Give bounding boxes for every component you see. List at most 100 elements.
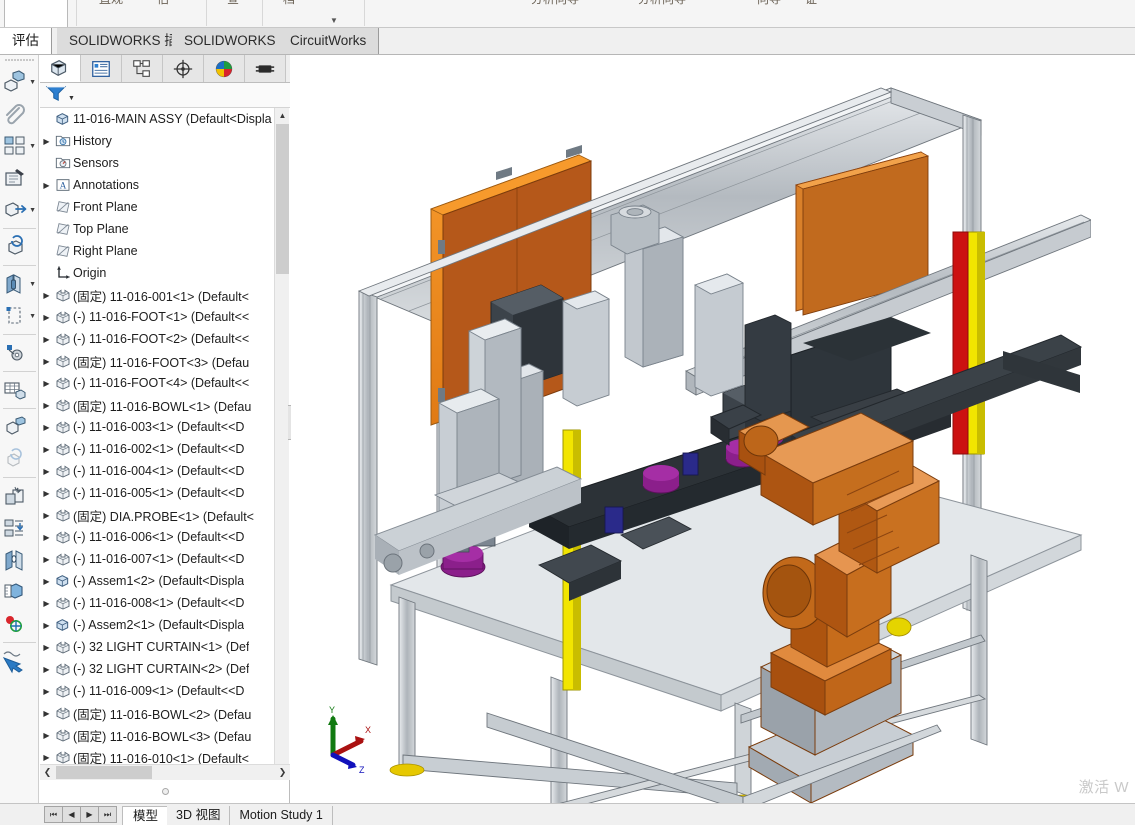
tree-item[interactable]: ▶(-) 11-016-FOOT<2> (Default<<: [40, 328, 290, 350]
property-manager-tab[interactable]: [81, 55, 122, 82]
chevron-down-icon[interactable]: ▼: [68, 95, 75, 102]
insert-components-icon[interactable]: ▼: [0, 66, 39, 98]
dimxpert-manager-tab[interactable]: [163, 55, 204, 82]
ribbon-label-4[interactable]: 分析向导: [524, 0, 586, 6]
filter-funnel-icon[interactable]: [45, 84, 67, 107]
vertical-scroll-thumb[interactable]: [276, 124, 289, 274]
panel-resize-handle[interactable]: [40, 783, 290, 799]
tree-item[interactable]: ▶(-) 11-016-006<1> (Default<<D: [40, 526, 290, 548]
circuitworks-manager-tab[interactable]: [245, 55, 286, 82]
expand-arrow-icon[interactable]: ▶: [40, 137, 53, 146]
tree-item[interactable]: ▶(-) 11-016-002<1> (Default<<D: [40, 438, 290, 460]
tree-horizontal-scrollbar[interactable]: ❮ ❯: [40, 764, 290, 780]
tree-item[interactable]: Right Plane: [40, 240, 290, 262]
tree-item[interactable]: ▶(固定) 11-016-FOOT<3> (Defau: [40, 350, 290, 372]
expand-arrow-icon[interactable]: ▶: [40, 423, 53, 432]
expand-arrow-icon[interactable]: ▶: [40, 313, 53, 322]
mass-properties-icon[interactable]: [0, 608, 39, 640]
tab-3d-views[interactable]: 3D 视图: [167, 806, 230, 825]
model-tab-nav-buttons[interactable]: ⏮◀▶⏭: [44, 806, 116, 823]
tree-item[interactable]: Origin: [40, 262, 290, 284]
smart-fasteners-icon[interactable]: [0, 162, 39, 194]
display-manager-tab[interactable]: [204, 55, 245, 82]
expand-arrow-icon[interactable]: ▶: [40, 665, 53, 674]
reference-geometry-icon[interactable]: ▼: [0, 300, 39, 332]
next-model-tab-button[interactable]: ▶: [80, 806, 99, 823]
expand-arrow-icon[interactable]: ▶: [40, 489, 53, 498]
ribbon-label-5[interactable]: 分析向导: [636, 0, 688, 5]
feature-manager-design-tree-tab[interactable]: [40, 55, 81, 82]
tree-item[interactable]: ▶(-) Assem1<2> (Default<Displa: [40, 570, 290, 592]
chevron-down-icon[interactable]: ▼: [29, 313, 36, 320]
toolbar-grip[interactable]: [4, 56, 34, 64]
linear-component-pattern-icon[interactable]: ▼: [0, 130, 39, 162]
ribbon-label-7[interactable]: 证: [796, 0, 826, 6]
tree-item[interactable]: ▶(-) 11-016-008<1> (Default<<D: [40, 592, 290, 614]
move-component-icon[interactable]: ▼: [0, 194, 39, 226]
tree-item[interactable]: ▶(-) 32 LIGHT CURTAIN<1> (Def: [40, 636, 290, 658]
bill-of-materials-icon[interactable]: [0, 374, 39, 406]
tree-item[interactable]: ▶(-) 11-016-009<1> (Default<<D: [40, 680, 290, 702]
expand-arrow-icon[interactable]: ▶: [40, 643, 53, 652]
expand-arrow-icon[interactable]: ▶: [40, 357, 53, 366]
mate-icon[interactable]: [0, 98, 39, 130]
expand-arrow-icon[interactable]: ▶: [40, 511, 53, 520]
cad-model[interactable]: [291, 55, 1135, 803]
expand-arrow-icon[interactable]: ▶: [40, 467, 53, 476]
expand-arrow-icon[interactable]: ▶: [40, 445, 53, 454]
tree-item[interactable]: ▶(-) 32 LIGHT CURTAIN<2> (Def: [40, 658, 290, 680]
new-motion-study-icon[interactable]: [0, 337, 39, 369]
show-hidden-components-icon[interactable]: [0, 231, 39, 263]
horizontal-scroll-thumb[interactable]: [56, 766, 152, 779]
tree-item[interactable]: ▶(-) 11-016-003<1> (Default<<D: [40, 416, 290, 438]
tree-item[interactable]: ▶(固定) 11-016-BOWL<1> (Defau: [40, 394, 290, 416]
expand-arrow-icon[interactable]: ▶: [40, 291, 53, 300]
tree-vertical-scrollbar[interactable]: ▲ ▼: [274, 108, 289, 780]
first-model-tab-button[interactable]: ⏮: [44, 806, 63, 823]
graphics-viewport[interactable]: Y X Z 激活 W: [291, 55, 1135, 803]
expand-arrow-icon[interactable]: ▶: [40, 709, 53, 718]
tree-item[interactable]: ▶(固定) 11-016-BOWL<2> (Defau: [40, 702, 290, 724]
expand-arrow-icon[interactable]: ▶: [40, 577, 53, 586]
expand-arrow-icon[interactable]: ▶: [40, 181, 53, 190]
measure-icon[interactable]: [0, 576, 39, 608]
expand-arrow-icon[interactable]: ▶: [40, 753, 53, 762]
tree-item[interactable]: ▶(-) Assem2<1> (Default<Displa: [40, 614, 290, 636]
expand-arrow-icon[interactable]: ▶: [40, 533, 53, 542]
scroll-up-arrow-icon[interactable]: ▲: [275, 108, 290, 123]
tree-item[interactable]: Front Plane: [40, 196, 290, 218]
expand-arrow-icon[interactable]: ▶: [40, 379, 53, 388]
tab-model[interactable]: 模型: [122, 806, 167, 825]
tree-item[interactable]: ▶(-) 11-016-FOOT<4> (Default<<: [40, 372, 290, 394]
ribbon-label-3[interactable]: 档: [274, 0, 304, 6]
exploded-view-icon[interactable]: [0, 411, 39, 443]
ribbon-label-2[interactable]: 查: [218, 0, 248, 6]
expand-arrow-icon[interactable]: ▶: [40, 555, 53, 564]
tab-motion-study-1[interactable]: Motion Study 1: [230, 806, 332, 825]
tab-evaluate[interactable]: 评估: [0, 28, 52, 54]
tree-item[interactable]: Top Plane: [40, 218, 290, 240]
chevron-down-icon[interactable]: ▼: [29, 207, 36, 214]
tree-item[interactable]: ▶(-) 11-016-004<1> (Default<<D: [40, 460, 290, 482]
ribbon-command-placeholder[interactable]: [4, 0, 68, 28]
expand-arrow-icon[interactable]: ▶: [40, 599, 53, 608]
tree-item[interactable]: ▶(-) 11-016-007<1> (Default<<D: [40, 548, 290, 570]
feature-tree[interactable]: 11-016-MAIN ASSY (Default<Displa▶History…: [40, 108, 290, 780]
tree-item[interactable]: ▶(固定) DIA.PROBE<1> (Default<: [40, 504, 290, 526]
tree-filter-bar[interactable]: ▼: [40, 83, 290, 108]
tree-item[interactable]: ▶(固定) 11-016-001<1> (Default<: [40, 284, 290, 306]
chevron-down-icon[interactable]: ▼: [330, 16, 338, 25]
scroll-left-arrow-icon[interactable]: ❮: [40, 765, 55, 780]
configuration-manager-tab[interactable]: [122, 55, 163, 82]
interference-detection-icon[interactable]: [0, 480, 39, 512]
tree-item[interactable]: ▶(固定) 11-016-BOWL<3> (Defau: [40, 724, 290, 746]
tree-item[interactable]: ▶History: [40, 130, 290, 152]
ribbon-label-6[interactable]: 向导: [746, 0, 792, 6]
tree-item[interactable]: ▶(-) 11-016-FOOT<1> (Default<<: [40, 306, 290, 328]
assembly-features-icon[interactable]: ▼: [0, 268, 39, 300]
ribbon-label-0[interactable]: 直观: [88, 0, 134, 6]
scroll-right-arrow-icon[interactable]: ❯: [275, 765, 290, 780]
hole-alignment-icon[interactable]: [0, 544, 39, 576]
tree-root-item[interactable]: 11-016-MAIN ASSY (Default<Displa: [40, 108, 290, 130]
expand-arrow-icon[interactable]: ▶: [40, 335, 53, 344]
